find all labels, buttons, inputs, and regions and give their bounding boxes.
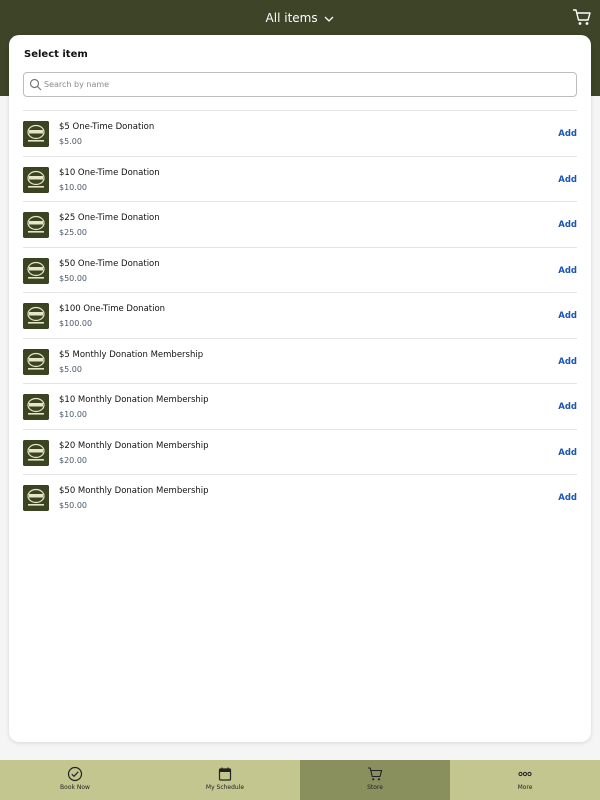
item-name: $10 Monthly Donation Membership — [59, 395, 209, 405]
list-item[interactable]: $50 Monthly Donation Membership $50.00 A… — [23, 474, 577, 520]
list-item[interactable]: $25 One-Time Donation $25.00 Add — [23, 201, 577, 247]
item-name: $25 One-Time Donation — [59, 213, 160, 223]
item-price: $25.00 — [59, 228, 87, 237]
item-name: $50 Monthly Donation Membership — [59, 486, 209, 496]
item-thumbnail — [23, 485, 49, 511]
item-thumbnail — [23, 303, 49, 329]
item-name: $50 One-Time Donation — [59, 258, 160, 269]
donation-logo-icon — [23, 439, 49, 466]
add-button[interactable]: Add — [558, 129, 577, 139]
item-price: $20.00 — [59, 455, 87, 465]
nav-my-schedule[interactable]: My Schedule — [150, 760, 300, 800]
bottom-nav: Book Now My Schedule Store More — [0, 760, 600, 800]
donation-logo-icon — [23, 212, 49, 238]
item-price: $50.00 — [59, 501, 87, 510]
chevron-down-icon — [324, 16, 334, 22]
add-button[interactable]: Add — [558, 357, 577, 367]
list-item[interactable]: $10 One-Time Donation $10.00 Add — [23, 155, 577, 202]
nav-label: Book Now — [60, 784, 90, 791]
add-button[interactable]: Add — [558, 175, 577, 185]
donation-logo-icon — [23, 394, 49, 420]
item-thumbnail — [23, 166, 49, 193]
category-dropdown[interactable]: All items — [0, 10, 600, 26]
item-picker-card: Select item $5 One-Time Donation $5.00 A… — [9, 35, 591, 742]
item-thumbnail — [23, 394, 49, 420]
add-button[interactable]: Add — [558, 220, 577, 230]
list-item[interactable]: $50 One-Time Donation $50.00 Add — [23, 246, 577, 293]
card-title: Select item — [24, 49, 88, 60]
list-item[interactable]: $20 Monthly Donation Membership $20.00 A… — [23, 428, 577, 475]
nav-book-now[interactable]: Book Now — [0, 760, 150, 800]
item-price: $100.00 — [59, 319, 93, 328]
item-price: $50.00 — [59, 273, 87, 283]
cart-icon — [368, 767, 383, 781]
category-dropdown-label: All items — [265, 11, 318, 25]
item-price: $10.00 — [59, 182, 87, 192]
donation-logo-icon — [23, 485, 49, 511]
item-thumbnail — [23, 348, 49, 375]
item-thumbnail — [23, 439, 49, 466]
cart-icon[interactable] — [572, 8, 592, 26]
donation-logo-icon — [23, 348, 49, 375]
donation-logo-icon — [23, 257, 49, 284]
add-button[interactable]: Add — [558, 493, 577, 503]
donation-logo-icon — [23, 303, 49, 329]
list-item[interactable]: $5 Monthly Donation Membership $5.00 Add — [23, 337, 577, 384]
nav-label: My Schedule — [205, 784, 245, 791]
list-item[interactable]: $5 One-Time Donation $5.00 Add — [23, 110, 577, 156]
item-thumbnail — [23, 257, 49, 284]
item-price: $10.00 — [59, 410, 87, 419]
item-list: $5 One-Time Donation $5.00 Add $10 One-T… — [23, 110, 577, 520]
nav-label: More — [517, 784, 533, 791]
item-name: $10 One-Time Donation — [59, 167, 160, 178]
add-button[interactable]: Add — [558, 448, 577, 458]
item-price: $5.00 — [59, 137, 82, 146]
item-name: $100 One-Time Donation — [59, 304, 166, 314]
check-circle-icon — [67, 766, 83, 782]
nav-label: Store — [367, 784, 383, 791]
calendar-icon — [218, 767, 232, 781]
item-thumbnail — [23, 121, 49, 147]
item-name: $5 Monthly Donation Membership — [59, 349, 204, 360]
add-button[interactable]: Add — [558, 402, 577, 412]
add-button[interactable]: Add — [558, 266, 577, 276]
search-box[interactable] — [23, 72, 577, 97]
item-name: $5 One-Time Donation — [59, 122, 155, 132]
item-thumbnail — [23, 212, 49, 238]
more-icon — [518, 771, 532, 777]
donation-logo-icon — [23, 166, 49, 193]
nav-store[interactable]: Store — [300, 760, 450, 800]
nav-more[interactable]: More — [450, 760, 600, 800]
item-name: $20 Monthly Donation Membership — [59, 440, 209, 451]
add-button[interactable]: Add — [558, 311, 577, 321]
item-price: $5.00 — [59, 364, 82, 374]
search-icon — [29, 78, 42, 91]
list-item[interactable]: $100 One-Time Donation $100.00 Add — [23, 292, 577, 338]
donation-logo-icon — [23, 121, 49, 147]
search-input[interactable] — [44, 75, 569, 94]
list-item[interactable]: $10 Monthly Donation Membership $10.00 A… — [23, 383, 577, 429]
